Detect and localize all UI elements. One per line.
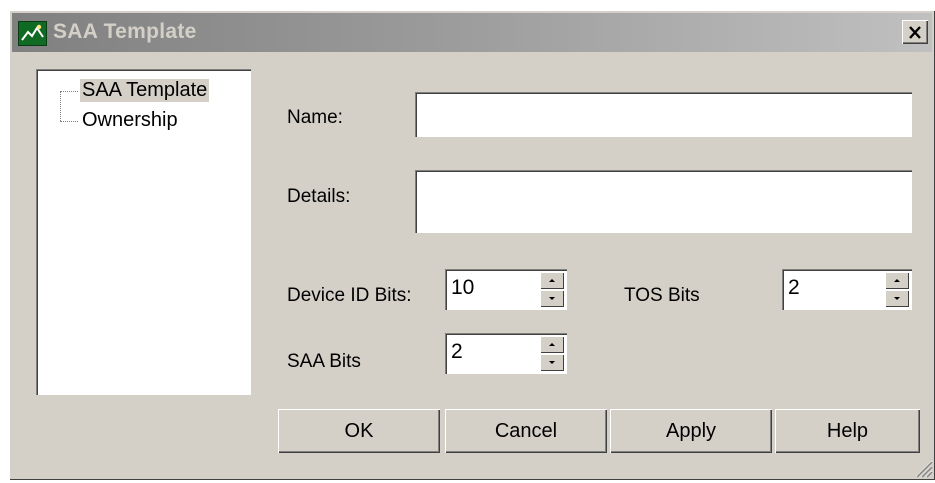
device-id-bits-value[interactable]: 10 bbox=[451, 276, 474, 300]
cancel-button[interactable]: Cancel bbox=[445, 409, 607, 453]
title-bar[interactable]: SAA Template bbox=[12, 13, 932, 52]
arrow-down-icon bbox=[894, 297, 900, 300]
spinner-arrows bbox=[885, 272, 909, 307]
spin-up-button[interactable] bbox=[540, 272, 564, 289]
window-title: SAA Template bbox=[53, 20, 197, 43]
spin-down-button[interactable] bbox=[540, 290, 564, 307]
details-input[interactable] bbox=[415, 170, 912, 233]
tos-bits-label: TOS Bits bbox=[624, 285, 700, 306]
name-label: Name: bbox=[287, 107, 343, 128]
ok-button[interactable]: OK bbox=[278, 409, 440, 453]
arrow-down-icon bbox=[549, 297, 555, 300]
name-input[interactable] bbox=[415, 92, 912, 137]
tos-bits-spinner[interactable]: 2 bbox=[782, 269, 912, 310]
close-icon bbox=[909, 25, 921, 39]
spinner-arrows bbox=[540, 336, 564, 371]
arrow-up-icon bbox=[549, 279, 555, 282]
apply-button[interactable]: Apply bbox=[610, 409, 772, 453]
saa-bits-value[interactable]: 2 bbox=[451, 340, 463, 364]
tree-connector bbox=[60, 91, 61, 121]
details-label: Details: bbox=[287, 186, 351, 207]
saa-bits-label: SAA Bits bbox=[287, 351, 361, 372]
saa-bits-spinner[interactable]: 2 bbox=[445, 333, 567, 374]
navigation-tree[interactable]: SAA Template Ownership bbox=[36, 69, 251, 395]
close-button[interactable] bbox=[902, 20, 928, 44]
spin-up-button[interactable] bbox=[885, 272, 909, 289]
device-id-bits-label: Device ID Bits: bbox=[287, 285, 412, 306]
tree-item-label: Ownership bbox=[82, 109, 178, 131]
tree-item-label: SAA Template bbox=[80, 79, 210, 102]
arrow-down-icon bbox=[549, 361, 555, 364]
spinner-arrows bbox=[540, 272, 564, 307]
help-button[interactable]: Help bbox=[775, 409, 920, 453]
spin-down-button[interactable] bbox=[885, 290, 909, 307]
resize-grip[interactable] bbox=[911, 456, 933, 478]
arrow-up-icon bbox=[549, 343, 555, 346]
tree-connector bbox=[60, 121, 78, 122]
spin-up-button[interactable] bbox=[540, 336, 564, 353]
tos-bits-value[interactable]: 2 bbox=[788, 276, 800, 300]
arrow-up-icon bbox=[894, 279, 900, 282]
device-id-bits-spinner[interactable]: 10 bbox=[445, 269, 567, 310]
saa-app-icon bbox=[18, 21, 47, 46]
tree-connector bbox=[60, 91, 78, 92]
saa-template-dialog: SAA Template SAA Template Ownership Name… bbox=[9, 10, 935, 480]
spin-down-button[interactable] bbox=[540, 354, 564, 371]
